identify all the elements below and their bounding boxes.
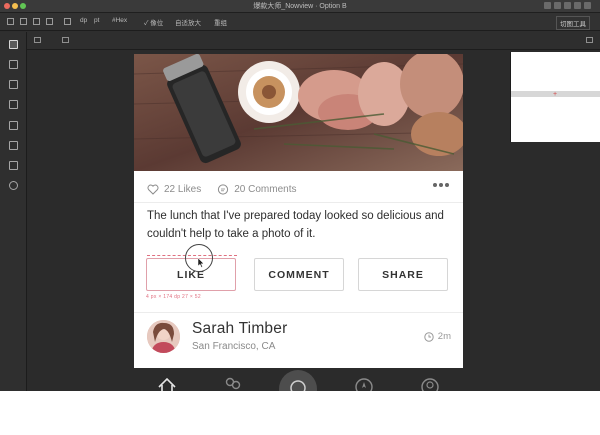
tray-icon[interactable] [544,2,551,9]
window-title: 爆款大师_Nowview · Option B [253,3,347,10]
comment-icon [218,183,229,195]
plus-tool-icon[interactable] [9,161,18,170]
post-caption: The lunch that I've prepared today looke… [147,210,444,240]
likes-count: 22 Likes [164,183,202,195]
preview-panel: + [510,52,600,142]
move-tool-icon[interactable] [9,60,18,69]
ruler-tool-icon[interactable] [9,80,18,89]
tray-icon[interactable] [554,2,561,9]
color-format-select[interactable]: #Hex [112,17,127,24]
clock-icon [424,331,434,342]
slice-tool-button[interactable]: 切图工具 [556,16,590,30]
author-name[interactable]: Sarah Timber [192,320,287,338]
post-stats: 22 Likes 20 Comments [147,182,313,196]
comment-button[interactable]: COMMENT [254,258,344,291]
bug-tool-icon[interactable] [9,181,18,190]
comments-stat[interactable]: 20 Comments [217,183,297,195]
tray-icon[interactable] [574,2,581,9]
mouse-cursor-icon [198,258,205,268]
tray-icon[interactable] [584,2,591,9]
export-icon[interactable] [46,18,53,25]
share-button[interactable]: SHARE [358,258,448,291]
title-bar: 爆款大师_Nowview · Option B [0,0,600,13]
layer-icon[interactable] [34,37,41,43]
frame-tool-icon[interactable] [9,100,18,109]
divider [134,312,463,313]
auto-scale-option[interactable]: 自适放大 [175,17,201,27]
brush-tool-icon[interactable] [9,121,18,130]
crosshair-icon: + [553,91,558,98]
secondary-toolbar [0,31,600,50]
chat-button[interactable] [279,370,317,391]
heart-icon [147,184,159,195]
bottom-navigation [134,368,463,391]
likes-stat[interactable]: 22 Likes [147,184,201,195]
divider [134,202,463,203]
tray-icon[interactable] [564,2,571,9]
artboard-tool-icon[interactable] [9,40,18,49]
design-app-window: 爆款大师_Nowview · Option B dp pt #Hex ✓ 像位 … [0,0,600,391]
measurement-label: 4 px × 174 dp 27 × 52 [146,294,201,300]
location-icon[interactable] [355,378,373,391]
post-time-text: 2m [437,331,451,342]
annotation-tool-icon[interactable] [9,141,18,150]
align-icon[interactable] [64,18,71,25]
marquee-icon[interactable] [20,18,27,25]
menu-tray [544,2,591,10]
post-card: 22 Likes 20 Comments The lunch that I've… [134,54,463,368]
author-location: San Francisco, CA [192,341,276,352]
pixel-option[interactable]: ✓ 像位 [144,17,163,27]
options-bar: dp pt #Hex ✓ 像位 自适放大 重组 切图工具 [0,13,600,31]
profile-icon[interactable] [421,378,439,391]
unit-pt[interactable]: pt [94,17,99,24]
food-photo [134,54,463,171]
comments-count: 20 Comments [234,183,297,195]
home-icon[interactable] [158,378,176,391]
avatar[interactable] [147,320,180,353]
chat-icon [290,380,306,391]
more-options-icon[interactable] [433,183,449,187]
select-icon[interactable] [7,18,14,25]
crop-icon[interactable] [62,37,69,43]
panel-toggle-icon[interactable] [586,37,593,43]
unit-dp[interactable]: dp [80,17,87,24]
save-icon[interactable] [33,18,40,25]
post-time: 2m [424,331,451,342]
rebuild-option[interactable]: 重组 [214,17,227,27]
left-toolbar [0,32,27,391]
people-icon[interactable] [224,377,242,391]
